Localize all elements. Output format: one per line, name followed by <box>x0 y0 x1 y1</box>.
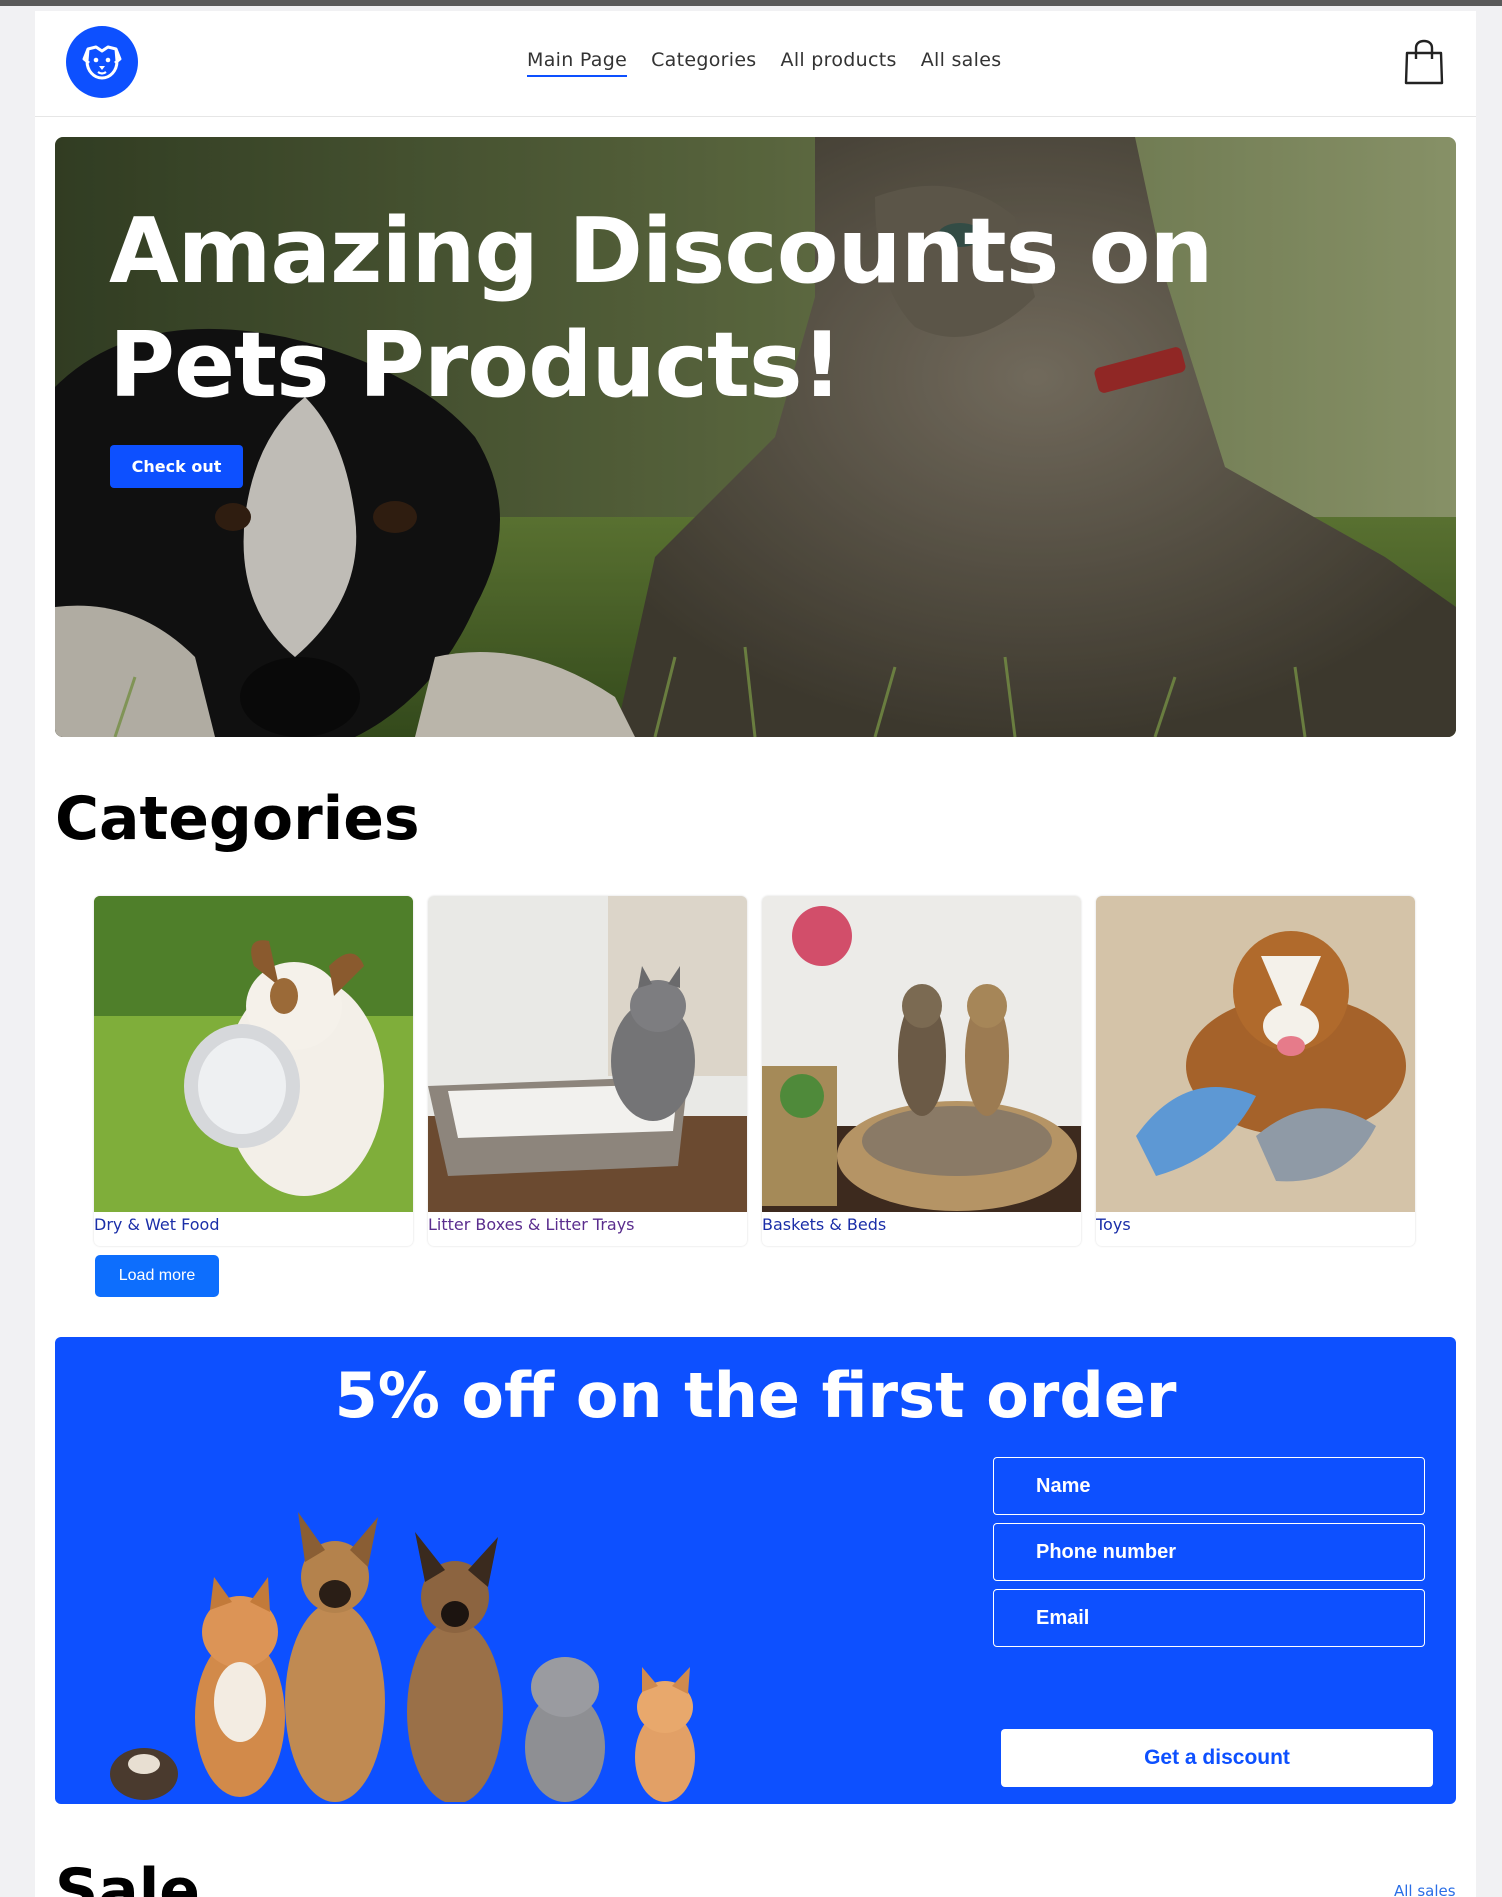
category-card-food[interactable]: Dry & Wet Food <box>94 896 413 1246</box>
sale-heading: Sale <box>55 1856 200 1897</box>
all-sales-link[interactable]: All sales <box>1394 1882 1456 1897</box>
site-logo[interactable] <box>66 26 138 98</box>
category-label[interactable]: Dry & Wet Food <box>94 1212 413 1234</box>
dog-face-icon <box>82 45 122 80</box>
category-image-dogs-in-basket <box>762 896 1081 1212</box>
email-field[interactable] <box>993 1589 1425 1647</box>
site-header: Main Page Categories All products All sa… <box>35 11 1476 117</box>
category-image-dog-with-toys <box>1096 896 1415 1212</box>
shopping-bag-icon <box>1404 39 1444 85</box>
hero-banner: Amazing Discounts on Pets Products! Chec… <box>55 137 1456 737</box>
main-nav: Main Page Categories All products All sa… <box>527 49 1001 77</box>
category-card-toys[interactable]: Toys <box>1096 896 1415 1246</box>
category-card-litter[interactable]: Litter Boxes & Litter Trays <box>428 896 747 1246</box>
nav-categories[interactable]: Categories <box>651 49 756 77</box>
category-image-cat-in-litter-box <box>428 896 747 1212</box>
nav-all-products[interactable]: All products <box>781 49 897 77</box>
check-out-button[interactable]: Check out <box>110 445 243 488</box>
name-field[interactable] <box>993 1457 1425 1515</box>
category-label[interactable]: Litter Boxes & Litter Trays <box>428 1212 747 1234</box>
categories-grid: Dry & Wet Food Litter Boxes & Litter Tra… <box>94 896 1415 1246</box>
category-image-dog-with-bowl <box>94 896 413 1212</box>
category-card-beds[interactable]: Baskets & Beds <box>762 896 1081 1246</box>
browser-top-edge <box>0 0 1502 6</box>
cart-button[interactable] <box>1402 39 1446 87</box>
nav-all-sales[interactable]: All sales <box>921 49 1002 77</box>
discount-title: 5% off on the first order <box>334 1359 1177 1432</box>
discount-section: 5% off on the first order Name Phone num… <box>55 1337 1456 1804</box>
page: Main Page Categories All products All sa… <box>35 11 1476 1897</box>
categories-heading: Categories <box>55 784 420 854</box>
phone-number-field[interactable] <box>993 1523 1425 1581</box>
discount-image-pets-group <box>110 1512 695 1802</box>
category-label[interactable]: Toys <box>1096 1212 1415 1234</box>
load-more-button[interactable]: Load more <box>95 1255 219 1297</box>
hero-title: Amazing Discounts on Pets Products! <box>109 199 1214 418</box>
category-label[interactable]: Baskets & Beds <box>762 1212 1081 1234</box>
nav-main-page[interactable]: Main Page <box>527 49 628 77</box>
get-discount-button[interactable]: Get a discount <box>1001 1729 1433 1787</box>
